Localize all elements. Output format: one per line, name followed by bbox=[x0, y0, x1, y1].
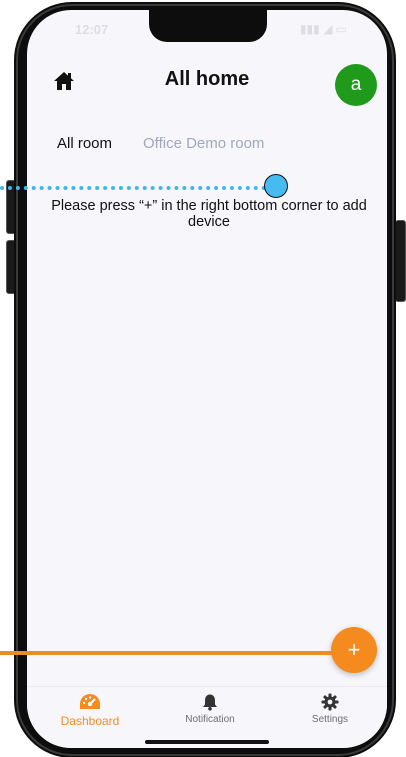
bell-icon bbox=[203, 694, 217, 711]
nav-dashboard-label: Dashboard bbox=[60, 714, 120, 728]
tab-all-room[interactable]: All room bbox=[57, 135, 112, 152]
home-indicator bbox=[145, 740, 269, 744]
phone-power-button bbox=[395, 220, 406, 302]
empty-state-hint: Please press “+” in the right bottom cor… bbox=[51, 198, 367, 230]
status-time: 12:07 bbox=[75, 22, 109, 37]
notch bbox=[149, 10, 267, 42]
avatar[interactable]: a bbox=[335, 64, 377, 106]
dashboard-gauge-icon bbox=[80, 694, 100, 709]
nav-notification[interactable]: Notification bbox=[160, 693, 260, 725]
tab-office-demo-room[interactable]: Office Demo room bbox=[143, 135, 264, 152]
annotation-dotted-line bbox=[0, 186, 266, 190]
nav-notification-label: Notification bbox=[185, 714, 235, 725]
status-icons: ▮▮▮ ◢ ▭ bbox=[299, 22, 347, 36]
bottom-nav: Dashboard Notification Settings bbox=[27, 686, 387, 748]
page-title: All home bbox=[164, 68, 250, 90]
nav-dashboard[interactable]: Dashboard bbox=[40, 693, 140, 728]
add-device-button[interactable]: + bbox=[331, 627, 377, 673]
nav-settings-label: Settings bbox=[311, 714, 349, 725]
nav-settings[interactable]: Settings bbox=[280, 693, 380, 725]
annotation-pointer-line bbox=[0, 651, 338, 655]
annotation-marker-circle bbox=[264, 174, 288, 198]
stage: 12:07 ▮▮▮ ◢ ▭ All home a All room Office… bbox=[0, 0, 406, 757]
phone-screen: 12:07 ▮▮▮ ◢ ▭ All home a All room Office… bbox=[27, 10, 387, 748]
gear-icon bbox=[321, 693, 339, 711]
